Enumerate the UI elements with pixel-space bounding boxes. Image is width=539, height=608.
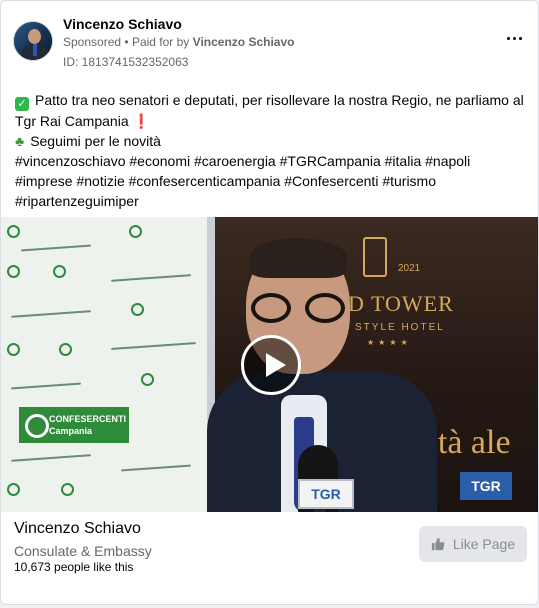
sponsor-backdrop: CONFESERCENTI Campania — [1, 217, 216, 512]
ad-id: ID: 1813741532352063 — [63, 55, 189, 69]
confesercenti-sub: Campania — [49, 426, 93, 436]
page-name[interactable]: Vincenzo Schiavo — [14, 520, 141, 538]
page-footer: Vincenzo Schiavo Consulate & Embassy 10,… — [1, 512, 538, 602]
paid-for-prefix: Paid for by — [131, 35, 190, 49]
glasses-icon — [305, 293, 345, 323]
backdrop-logo — [7, 483, 23, 496]
sponsored-label: Sponsored — [63, 35, 122, 49]
text-line-1-content: Patto tra neo senatori e deputati, per r… — [35, 92, 524, 108]
backdrop-logo — [7, 225, 23, 238]
video-thumbnail[interactable]: CONFESERCENTI Campania 2021 D TOWER STYL… — [1, 217, 538, 512]
text-line-2-content: Tgr Rai Campania — [15, 113, 129, 129]
hashtags-line-3[interactable]: #ripartenzeguimiper — [15, 191, 527, 211]
hotel-name: D TOWER — [348, 291, 454, 316]
backdrop-logo — [59, 343, 75, 356]
hashtags-line-1[interactable]: #vincenzoschiavo #economi #caroenergia #… — [15, 151, 527, 171]
post-header: Vincenzo Schiavo Sponsored • Paid for by… — [13, 14, 526, 74]
text-line-3-content: Seguimi per le novità — [30, 133, 161, 149]
hashtags-line-2[interactable]: #imprese #notizie #confesercenticampania… — [15, 171, 527, 191]
play-icon[interactable] — [241, 335, 301, 395]
text-line-1: ✓ Patto tra neo senatori e deputati, per … — [15, 90, 527, 111]
tgr-watermark: TGR — [460, 472, 512, 500]
ad-card: Vincenzo Schiavo Sponsored • Paid for by… — [0, 0, 539, 605]
like-page-button[interactable]: Like Page — [419, 526, 527, 562]
separator-dot: • — [124, 35, 132, 49]
backdrop-logo — [53, 265, 69, 278]
checkmark-icon: ✓ — [15, 97, 29, 111]
hotel-subtitle: STYLE HOTEL — [355, 322, 445, 333]
exclamation-icon: ❗ — [132, 113, 150, 129]
sponsored-line: Sponsored • Paid for by Vincenzo Schiavo — [63, 35, 294, 49]
paid-for-name: Vincenzo Schiavo — [192, 35, 295, 49]
avatar[interactable] — [13, 21, 53, 61]
clover-icon: ♣ — [15, 133, 25, 149]
confesercenti-label: CONFESERCENTI — [49, 414, 127, 424]
text-line-3: ♣ Seguimi per le novità — [15, 131, 527, 151]
microphone-flag: TGR — [298, 479, 354, 509]
more-options-icon[interactable] — [502, 26, 526, 50]
hotel-logo-icon — [363, 237, 387, 277]
author-name[interactable]: Vincenzo Schiavo — [63, 16, 182, 32]
post-text: ✓ Patto tra neo senatori e deputati, per … — [15, 90, 527, 211]
page-likes-count: 10,673 people like this — [14, 560, 134, 574]
backdrop-logo — [7, 343, 23, 356]
text-line-2: Tgr Rai Campania ❗ — [15, 111, 527, 131]
like-page-label: Like Page — [452, 536, 516, 552]
backdrop-logo — [61, 483, 77, 496]
page-category: Consulate & Embassy — [14, 543, 152, 559]
backdrop-logo — [7, 265, 23, 278]
glasses-icon — [251, 293, 291, 323]
backdrop-logo — [131, 303, 147, 316]
hotel-year: 2021 — [398, 263, 421, 274]
backdrop-logo — [129, 225, 145, 238]
thumbs-up-icon — [431, 537, 445, 551]
confesercenti-banner: CONFESERCENTI Campania — [19, 407, 129, 443]
backdrop-logo — [141, 373, 157, 386]
speaker-hair — [249, 238, 347, 278]
hotel-stars: ★★★★ — [367, 338, 412, 347]
